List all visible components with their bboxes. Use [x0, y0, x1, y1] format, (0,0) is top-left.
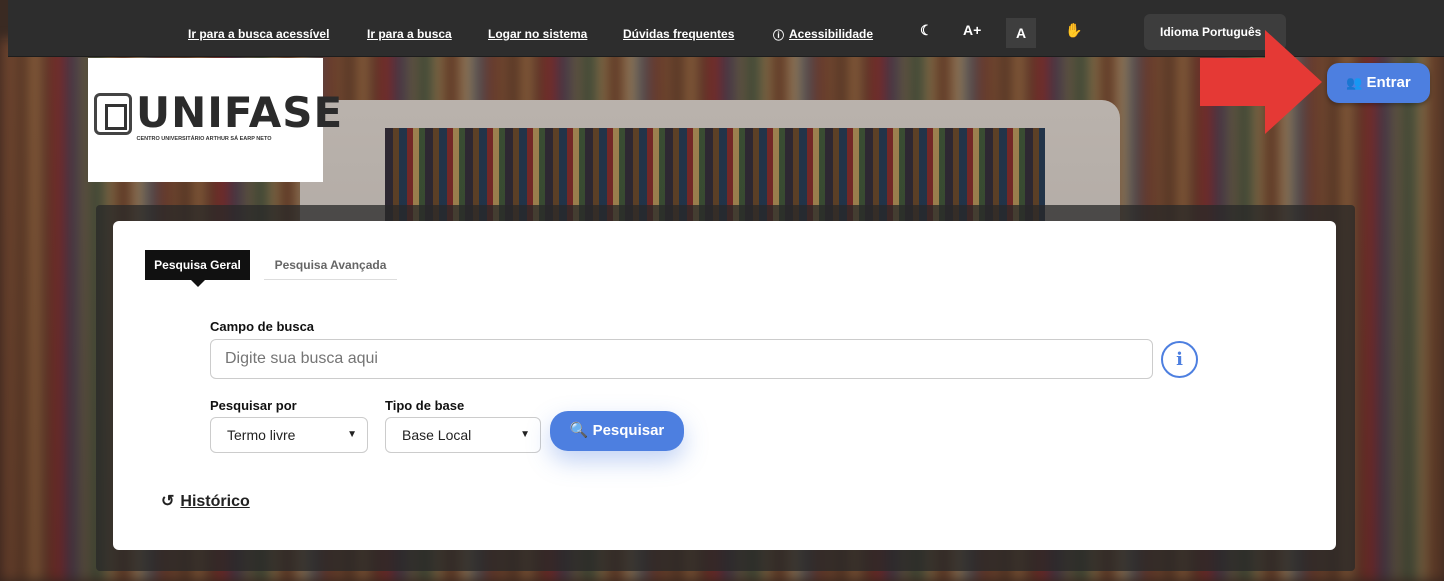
tab-advanced-search[interactable]: Pesquisa Avançada	[264, 250, 397, 280]
login-button-label: Entrar	[1366, 74, 1411, 91]
chevron-down-icon: ▼	[347, 429, 357, 440]
accessibility-icon: ⓘ	[773, 30, 784, 42]
logo-card[interactable]: UNIFASE CENTRO UNIVERSITÁRIO ARTHUR SÁ E…	[88, 58, 342, 182]
login-button[interactable]: 👥 Entrar	[1327, 63, 1430, 103]
red-arrow-icon	[1200, 30, 1322, 134]
search-button[interactable]: 🔍 Pesquisar	[550, 411, 684, 451]
link-accessibility[interactable]: Acessibilidade	[789, 27, 873, 41]
info-icon[interactable]: i	[1161, 341, 1198, 378]
search-field-label: Campo de busca	[210, 319, 315, 334]
search-by-select[interactable]: Termo livre ▼	[210, 417, 368, 453]
sign-language-icon[interactable]: ✋	[1065, 22, 1082, 39]
base-type-select[interactable]: Base Local ▼	[385, 417, 541, 453]
logo-name: UNIFASE	[136, 88, 344, 137]
link-faq[interactable]: Dúvidas frequentes	[623, 27, 734, 41]
unifase-logo-icon	[94, 93, 132, 135]
moon-icon[interactable]: ☾	[920, 22, 933, 39]
search-input[interactable]	[210, 339, 1153, 379]
search-by-label: Pesquisar por	[210, 398, 297, 413]
search-by-value: Termo livre	[227, 427, 296, 443]
link-accessible-search[interactable]: Ir para a busca acessível	[188, 27, 329, 41]
base-type-label: Tipo de base	[385, 398, 465, 413]
font-increase-button[interactable]: A+	[963, 22, 981, 38]
history-icon: ↺	[161, 493, 175, 510]
search-card: Pesquisa Geral Pesquisa Avançada Campo d…	[113, 221, 1336, 550]
link-login[interactable]: Logar no sistema	[488, 27, 587, 41]
history-label: Histórico	[180, 493, 250, 510]
chevron-down-icon: ▼	[520, 429, 530, 440]
logo-subtitle: CENTRO UNIVERSITÁRIO ARTHUR SÁ EARP NETO	[136, 136, 272, 142]
history-link[interactable]: ↺ Histórico	[161, 491, 250, 511]
font-reset-button[interactable]: A	[1006, 18, 1036, 48]
users-icon: 👥	[1346, 75, 1363, 90]
search-icon: 🔍	[569, 422, 589, 439]
search-button-label: Pesquisar	[592, 422, 665, 439]
tab-general-search[interactable]: Pesquisa Geral	[145, 250, 250, 287]
link-search[interactable]: Ir para a busca	[367, 27, 452, 41]
base-type-value: Base Local	[402, 427, 472, 443]
